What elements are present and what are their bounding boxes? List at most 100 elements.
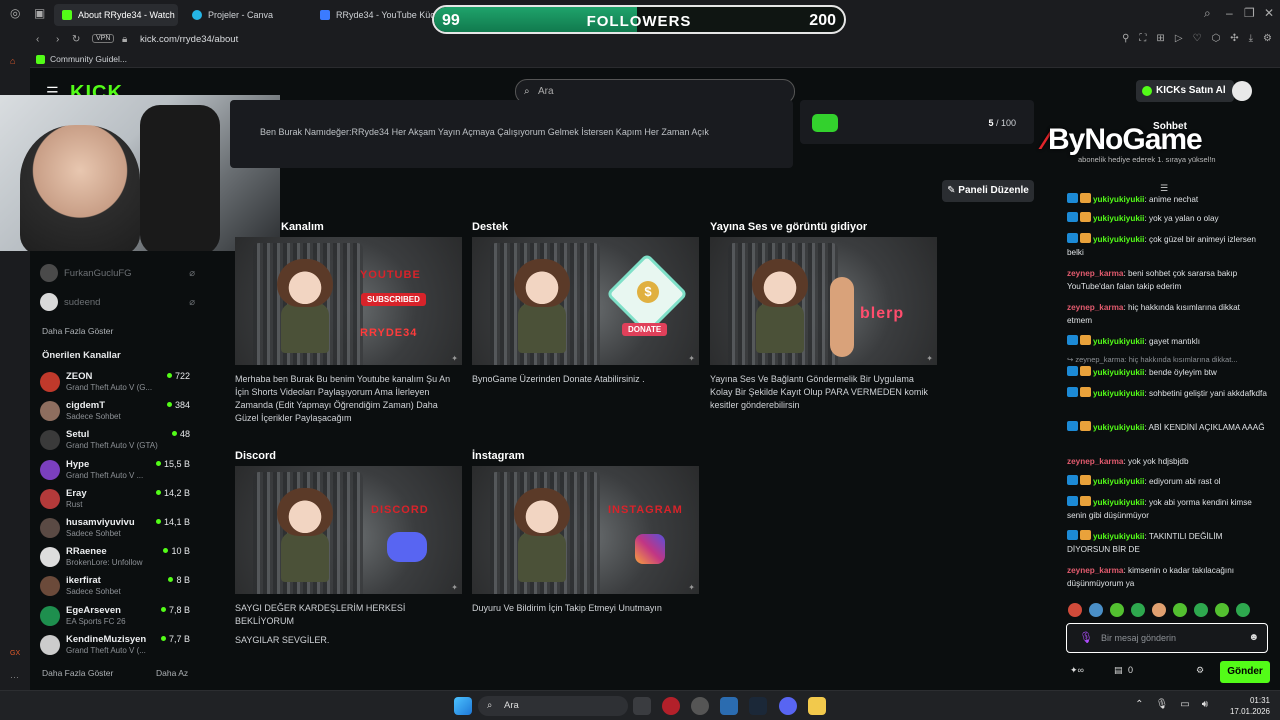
obs-icon[interactable] — [691, 697, 709, 715]
opera-icon[interactable]: ⌂ — [10, 56, 15, 66]
puzzle-icon[interactable]: ✣ — [1230, 33, 1238, 44]
show-more-followed[interactable]: Daha Fazla Göster — [42, 326, 113, 336]
settings-icon[interactable]: ⚙ — [1263, 33, 1272, 44]
volume-icon[interactable]: 🔊︎ — [1202, 699, 1208, 710]
chat-username[interactable]: zeynep_karma — [1067, 566, 1123, 575]
chat-message-input[interactable]: 🎙︎ Bir mesaj gönderin ☻ — [1066, 623, 1268, 653]
emote-icon[interactable] — [1215, 603, 1229, 617]
taskbar-search[interactable]: ⌕ Ara — [478, 696, 628, 716]
mic-tray-icon[interactable]: 🎙︎ — [1156, 699, 1169, 710]
recommended-channel[interactable]: ikerfirat Sadece Sohbet 8 B — [40, 573, 190, 599]
edit-panels-button[interactable]: ✎ Paneli Düzenle — [942, 180, 1034, 202]
chat-username[interactable]: zeynep_karma — [1067, 457, 1123, 466]
followed-channel[interactable]: FurkanGucluFG ⌀ — [40, 262, 195, 284]
chest-icon[interactable]: ▤ — [1114, 665, 1123, 676]
recommended-channel[interactable]: Hype Grand Theft Auto V ... 15,5 B — [40, 457, 190, 483]
cube-icon[interactable]: ⬡ — [1211, 33, 1220, 44]
emoji-picker-icon[interactable]: ☻ — [1248, 624, 1259, 652]
tab-youtube[interactable]: RRyde34 - YouTube Küçü — [312, 4, 436, 26]
recommended-channel[interactable]: cigdemT Sadece Sohbet 384 — [40, 398, 190, 424]
chat-message: zeynep_karma: hiç hakkında kısımlarına d… — [1067, 303, 1240, 325]
panel-image[interactable]: $ DONATE ✦ — [472, 237, 699, 365]
discord-taskbar-icon[interactable] — [779, 697, 797, 715]
user-avatar[interactable] — [1232, 81, 1252, 101]
workspaces-icon[interactable]: ▣ — [34, 6, 45, 20]
search-tabs-icon[interactable]: ⌕ — [1204, 6, 1211, 21]
microphone-icon[interactable]: 🎙︎ — [1079, 624, 1093, 652]
more-icon[interactable]: ··· — [10, 672, 19, 682]
chat-username[interactable]: zeynep_karma — [1067, 303, 1123, 312]
app-icon[interactable] — [720, 697, 738, 715]
send-button[interactable]: Gönder — [1220, 661, 1270, 683]
show-more-recommended[interactable]: Daha Fazla Göster — [42, 668, 113, 678]
avatar — [40, 293, 58, 311]
file-explorer-icon[interactable] — [808, 697, 826, 715]
heart-icon[interactable]: ♡ — [1193, 33, 1202, 44]
steam-icon[interactable] — [749, 697, 767, 715]
bookmark-community-guidelines[interactable]: Community Guidel... — [36, 54, 127, 64]
emote-icon[interactable] — [1131, 603, 1145, 617]
pin-icon[interactable]: ⚲ — [1122, 33, 1129, 44]
emote-icon[interactable] — [1068, 603, 1082, 617]
chat-username[interactable]: zeynep_karma — [1067, 269, 1123, 278]
emote-icon[interactable] — [1152, 603, 1166, 617]
maximize-icon[interactable]: ❐ — [1244, 6, 1255, 20]
chat-settings-icon[interactable]: ⚙ — [1196, 665, 1204, 676]
recommended-channel[interactable]: KendineMuzisyen Grand Theft Auto V (... 7,… — [40, 632, 190, 658]
tab-canva[interactable]: Projeler - Canva — [184, 4, 308, 26]
recommended-channel[interactable]: Eray Rust 14,2 B — [40, 486, 190, 512]
url-field[interactable]: kick.com/rryde34/about — [140, 34, 238, 45]
forward-icon[interactable]: › — [56, 34, 59, 45]
recommended-channel[interactable]: RRaenee BrokenLore: Unfollow 10 B — [40, 544, 190, 570]
chat-message: yukiyukiyukii: sohbetini geliştir yani a… — [1067, 387, 1267, 400]
reload-icon[interactable]: ↻ — [72, 34, 80, 45]
emote-icon[interactable] — [1194, 603, 1208, 617]
download-icon[interactable]: ⤓ — [1249, 33, 1253, 44]
minimize-icon[interactable]: – — [1226, 6, 1233, 20]
chat-username[interactable]: yukiyukiyukii — [1093, 337, 1144, 346]
extension-icon[interactable]: ⊞ — [1156, 33, 1164, 44]
recommended-channel[interactable]: Setul Grand Theft Auto V (GTA) 48 — [40, 427, 190, 453]
panel-image[interactable]: INSTAGRAM ✦ — [472, 466, 699, 594]
opera-gx-icon[interactable] — [662, 697, 680, 715]
system-clock[interactable]: 01:31 17.01.2026 — [1230, 695, 1270, 717]
show-less-recommended[interactable]: Daha Az — [156, 668, 188, 678]
panel-image[interactable]: YOUTUBE SUBSCRIBED RRYDE34 ✦ — [235, 237, 462, 365]
viewer-count: 722 — [167, 371, 190, 381]
followed-channel[interactable]: sudeend ⌀ — [40, 291, 195, 313]
close-icon[interactable]: ✕ — [1264, 6, 1274, 20]
emote-icon[interactable] — [1236, 603, 1250, 617]
chat-username[interactable]: yukiyukiyukii — [1093, 368, 1144, 377]
recommended-channel[interactable]: husamviyuvivu Sadece Sohbet 14,1 B — [40, 515, 190, 541]
chat-username[interactable]: yukiyukiyukii — [1093, 214, 1144, 223]
recommended-channel[interactable]: EgeArseven EA Sports FC 26 7,8 B — [40, 603, 190, 629]
tray-chevron-icon[interactable]: ⌃ — [1135, 699, 1143, 710]
panel-image[interactable]: blerp ✦ — [710, 237, 937, 365]
chat-username[interactable]: yukiyukiyukii — [1093, 235, 1144, 244]
chat-username[interactable]: yukiyukiyukii — [1093, 423, 1144, 432]
chat-username[interactable]: yukiyukiyukii — [1093, 195, 1144, 204]
browser-logo-icon[interactable]: ◎ — [10, 6, 20, 20]
chibi-head — [277, 259, 333, 307]
chat-username[interactable]: yukiyukiyukii — [1093, 477, 1144, 486]
play-icon[interactable]: ▷ — [1175, 33, 1183, 44]
tab-kick-about[interactable]: About RRyde34 - Watch L — [54, 4, 178, 26]
chat-username[interactable]: yukiyukiyukii — [1093, 498, 1144, 507]
followers-goal: 200 — [809, 12, 836, 29]
emote-icon[interactable] — [1089, 603, 1103, 617]
panel-image[interactable]: DISCORD ✦ — [235, 466, 462, 594]
network-icon[interactable]: ▭ — [1180, 699, 1189, 710]
emote-icon[interactable] — [1110, 603, 1124, 617]
vpn-badge[interactable]: VPN — [92, 34, 115, 43]
start-icon[interactable] — [454, 697, 472, 715]
buy-kicks-button[interactable]: KICKs Satın Al — [1136, 80, 1234, 102]
task-view-icon[interactable] — [633, 697, 651, 715]
chat-username[interactable]: yukiyukiyukii — [1093, 532, 1144, 541]
screenshot-icon[interactable]: ⛶ — [1139, 33, 1146, 44]
chat-username[interactable]: yukiyukiyukii — [1093, 389, 1144, 398]
back-icon[interactable]: ‹ — [36, 34, 39, 45]
gx-icon[interactable]: GX — [10, 650, 20, 657]
kicks-infinity-icon[interactable]: ✦∞ — [1070, 665, 1084, 676]
recommended-channel[interactable]: ZEON Grand Theft Auto V (G... 722 — [40, 369, 190, 395]
emote-icon[interactable] — [1173, 603, 1187, 617]
